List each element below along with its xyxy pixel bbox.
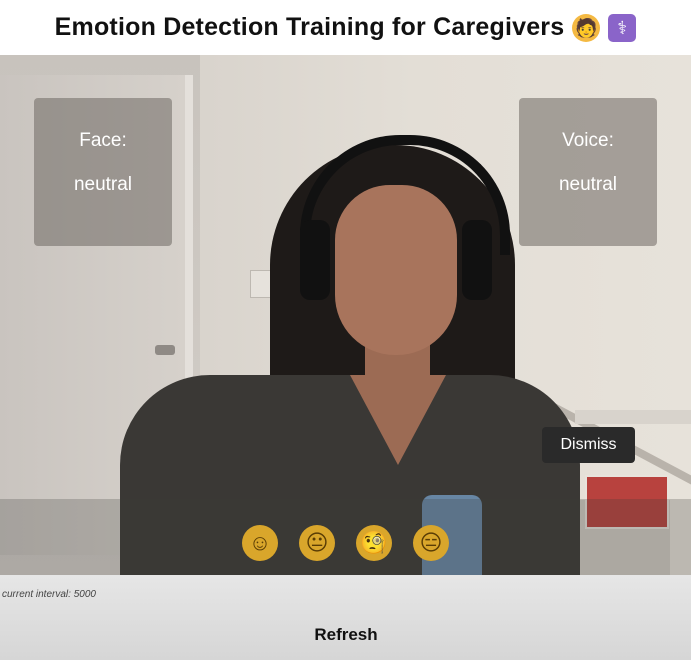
title-bar: Emotion Detection Training for Caregiver…: [0, 0, 691, 55]
control-panel: current interval: 5000 Refresh: [0, 575, 691, 660]
expressionless-face-icon[interactable]: 😑: [413, 525, 449, 561]
face-value: neutral: [73, 174, 133, 195]
person-icon: 🧑: [572, 13, 601, 42]
smiling-face-icon[interactable]: ☺: [242, 525, 278, 561]
medical-symbol-icon: ⚕: [608, 13, 637, 42]
person-vneck: [350, 375, 446, 465]
page-title: Emotion Detection Training for Caregiver…: [55, 13, 637, 42]
door-handle: [155, 345, 175, 355]
headphones-left-cup: [300, 220, 330, 300]
page-title-text: Emotion Detection Training for Caregiver…: [54, 13, 565, 41]
headphones-right-cup: [462, 220, 492, 300]
voice-emotion-panel: Voice: neutral: [519, 98, 657, 246]
neutral-face-icon[interactable]: 😐: [299, 525, 335, 561]
face-emotion-panel: Face: neutral: [34, 98, 172, 246]
voice-label: Voice:: [562, 130, 614, 151]
refresh-button[interactable]: Refresh: [290, 622, 402, 648]
face-label: Face:: [79, 130, 127, 151]
interval-text: current interval: 5000: [2, 589, 96, 600]
video-feed: Face: neutral Voice: neutral Dismiss ☺ 😐…: [0, 55, 691, 575]
monocle-face-icon[interactable]: 🧐: [356, 525, 392, 561]
voice-value: neutral: [558, 174, 618, 195]
emoji-choice-bar: [0, 499, 691, 575]
dismiss-button[interactable]: Dismiss: [542, 427, 635, 463]
shelf: [575, 410, 691, 424]
